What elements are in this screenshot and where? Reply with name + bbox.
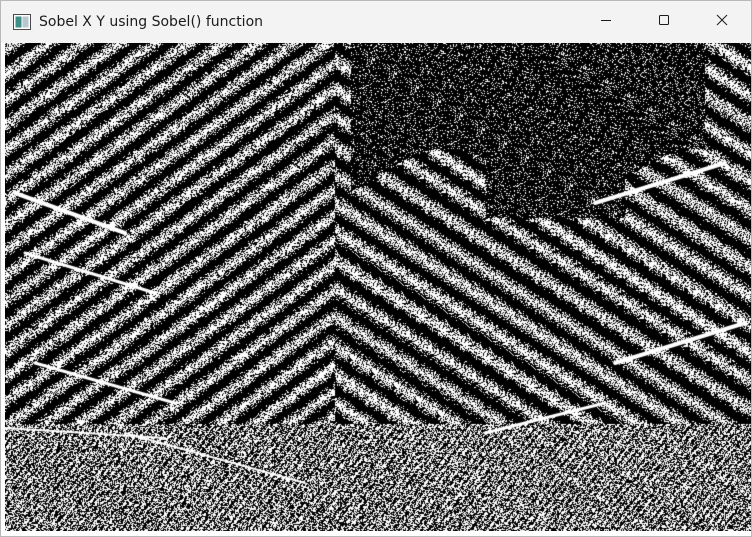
sobel-edge-image: [5, 43, 751, 531]
image-viewport: [5, 43, 751, 531]
close-icon: [716, 13, 728, 31]
opencv-window-icon: [13, 14, 31, 30]
app-window: Sobel X Y using Sobel() function: [0, 0, 752, 537]
window-controls: [577, 1, 751, 43]
window-title: Sobel X Y using Sobel() function: [39, 14, 264, 30]
close-button[interactable]: [693, 1, 751, 43]
minimize-icon: [600, 13, 612, 31]
maximize-icon: [658, 13, 670, 31]
title-bar[interactable]: Sobel X Y using Sobel() function: [1, 1, 751, 43]
minimize-button[interactable]: [577, 1, 635, 43]
maximize-button[interactable]: [635, 1, 693, 43]
